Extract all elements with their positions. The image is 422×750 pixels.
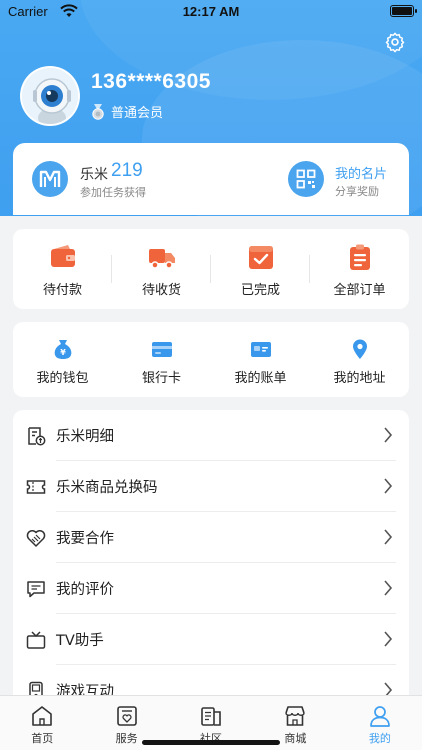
svg-text:¥: ¥ bbox=[60, 348, 66, 357]
battery-icon bbox=[390, 5, 417, 17]
business-card-title[interactable]: 我的名片 bbox=[335, 163, 387, 182]
bank-card[interactable]: 银行卡 bbox=[112, 322, 211, 397]
money-bag-icon: ¥ bbox=[54, 340, 71, 359]
chevron-right-icon bbox=[384, 529, 393, 545]
wallet-label: 我的账单 bbox=[234, 371, 287, 386]
service-icon bbox=[116, 706, 137, 726]
tv-icon bbox=[26, 631, 46, 649]
order-label: 已完成 bbox=[240, 283, 280, 298]
menu-list: 乐米明细 乐米商品兑换码 我要合作 我的评价 TV助手 游戏互动 bbox=[13, 410, 409, 710]
home-icon bbox=[32, 706, 53, 726]
tab-label: 我的 bbox=[368, 732, 391, 745]
tab-label: 首页 bbox=[31, 732, 54, 745]
handshake-icon bbox=[26, 530, 46, 547]
tab-mine[interactable]: 我的 bbox=[338, 696, 422, 750]
chevron-right-icon bbox=[384, 478, 393, 494]
order-awaiting-delivery[interactable]: 待收货 bbox=[112, 229, 211, 309]
menu-item-my-reviews[interactable]: 我的评价 bbox=[13, 563, 409, 614]
business-card-subtitle: 分享奖励 bbox=[335, 185, 379, 198]
points-count[interactable]: 219 bbox=[111, 160, 143, 182]
my-wallet[interactable]: ¥ 我的钱包 bbox=[13, 322, 112, 397]
comment-icon bbox=[27, 581, 45, 598]
bill-icon bbox=[250, 342, 271, 357]
member-level-label: 普通会员 bbox=[111, 106, 164, 121]
community-icon bbox=[201, 707, 221, 726]
bank-card-icon bbox=[151, 342, 172, 357]
menu-item-tv-assistant[interactable]: TV助手 bbox=[13, 614, 409, 665]
settings-gear-icon[interactable] bbox=[384, 31, 406, 53]
tab-label: 商城 bbox=[284, 732, 307, 745]
menu-label: 乐米商品兑换码 bbox=[56, 480, 158, 496]
tab-home[interactable]: 首页 bbox=[0, 696, 84, 750]
avatar[interactable] bbox=[20, 66, 80, 126]
order-label: 待收货 bbox=[141, 283, 181, 298]
my-bill[interactable]: 我的账单 bbox=[211, 322, 310, 397]
points-subtitle: 参加任务获得 bbox=[80, 186, 146, 199]
medal-icon bbox=[92, 103, 104, 120]
chevron-right-icon bbox=[384, 580, 393, 596]
points-card: 乐米 219 参加任务获得 我的名片 分享奖励 bbox=[13, 143, 409, 215]
points-name: 乐米 bbox=[80, 167, 108, 183]
my-address[interactable]: 我的地址 bbox=[310, 322, 409, 397]
tab-label: 服务 bbox=[115, 732, 138, 745]
menu-item-points-detail[interactable]: 乐米明细 bbox=[13, 410, 409, 461]
wallet-panel: ¥ 我的钱包 银行卡 我的账单 我的地址 bbox=[13, 322, 409, 397]
ticket-icon bbox=[26, 480, 46, 494]
chevron-right-icon bbox=[384, 631, 393, 647]
clipboard-icon bbox=[349, 244, 370, 270]
store-icon bbox=[285, 706, 306, 726]
member-level: 普通会员 bbox=[91, 102, 163, 121]
lemi-logo-icon[interactable] bbox=[32, 161, 68, 197]
wallet-label: 银行卡 bbox=[141, 371, 181, 386]
qr-code-icon[interactable] bbox=[288, 161, 324, 197]
person-icon bbox=[369, 706, 390, 727]
home-indicator bbox=[142, 740, 280, 745]
wallet-label: 我的地址 bbox=[333, 371, 386, 386]
truck-icon bbox=[148, 249, 175, 269]
orders-panel: 待付款 待收货 已完成 全部订单 bbox=[13, 229, 409, 309]
points-detail-icon bbox=[28, 427, 46, 446]
order-label: 待付款 bbox=[42, 283, 82, 298]
menu-label: TV助手 bbox=[56, 633, 104, 649]
order-label: 全部订单 bbox=[333, 283, 386, 298]
status-bar: Carrier 12:17 AM bbox=[0, 0, 422, 24]
divider bbox=[210, 255, 211, 283]
location-pin-icon bbox=[352, 339, 367, 359]
order-pending-payment[interactable]: 待付款 bbox=[13, 229, 112, 309]
divider bbox=[309, 255, 310, 283]
user-phone: 136****6305 bbox=[91, 70, 211, 93]
menu-item-redeem-code[interactable]: 乐米商品兑换码 bbox=[13, 461, 409, 512]
menu-label: 我要合作 bbox=[56, 531, 114, 547]
check-box-icon bbox=[248, 246, 273, 269]
wallet-label: 我的钱包 bbox=[36, 371, 89, 386]
divider bbox=[111, 255, 112, 283]
menu-item-cooperation[interactable]: 我要合作 bbox=[13, 512, 409, 563]
menu-label: 乐米明细 bbox=[56, 429, 114, 445]
order-completed[interactable]: 已完成 bbox=[211, 229, 310, 309]
menu-label: 我的评价 bbox=[56, 582, 114, 598]
status-time: 12:17 AM bbox=[182, 4, 240, 19]
chevron-right-icon bbox=[384, 427, 393, 443]
order-all[interactable]: 全部订单 bbox=[310, 229, 409, 309]
wallet-icon bbox=[50, 245, 75, 267]
